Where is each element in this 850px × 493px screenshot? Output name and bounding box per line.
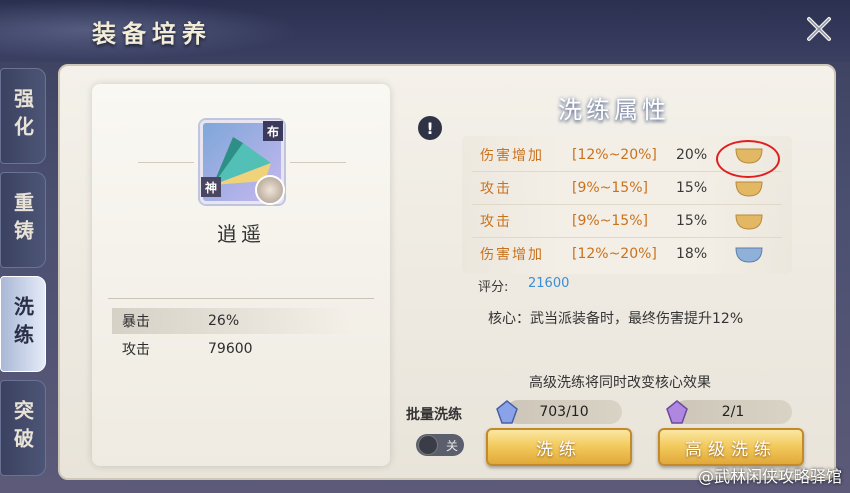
- stat-label: 暴击: [122, 314, 150, 330]
- attribute-row: 伤害增加 [12%~20%] 18%: [462, 239, 792, 269]
- advanced-wash-cost: 2/1: [674, 400, 792, 424]
- attribute-range: [9%~15%]: [572, 180, 648, 196]
- advanced-cost-value: 2/1: [721, 404, 745, 420]
- attribute-value: 20%: [676, 147, 708, 163]
- wash-stone-icon: [496, 400, 518, 424]
- equipment-icon[interactable]: 布 神: [200, 120, 285, 205]
- close-icon: [807, 17, 831, 41]
- attribute-range: [12%~20%]: [572, 147, 657, 163]
- stat-row: 攻击 79600: [112, 336, 352, 362]
- decorative-line: [290, 162, 346, 163]
- score-label: 评分:: [478, 280, 509, 295]
- tab-wash[interactable]: 洗练: [0, 276, 46, 372]
- toggle-knob: [418, 435, 438, 455]
- attribute-range: [9%~15%]: [572, 213, 648, 229]
- attribute-value: 18%: [676, 246, 708, 262]
- attribute-name: 攻击: [480, 214, 512, 230]
- attribute-value: 15%: [676, 180, 708, 196]
- batch-wash-toggle[interactable]: 关: [416, 434, 464, 456]
- advanced-stone-icon: [666, 400, 688, 424]
- wash-button[interactable]: 洗练: [486, 428, 632, 466]
- lock-icon[interactable]: [734, 211, 764, 231]
- divider: [472, 204, 782, 205]
- lock-icon[interactable]: [734, 178, 764, 198]
- attribute-name: 伤害增加: [480, 148, 544, 164]
- equipment-card: 布 神 逍遥 暴击 26% 攻击 79600: [92, 84, 390, 466]
- attribute-name: 攻击: [480, 181, 512, 197]
- divider: [108, 298, 374, 299]
- attribute-value: 15%: [676, 213, 708, 229]
- close-button[interactable]: [802, 12, 836, 46]
- stat-value: 79600: [208, 341, 253, 357]
- lock-icon[interactable]: [734, 244, 764, 264]
- title-bar: 装备培养: [0, 0, 850, 62]
- score-value: 21600: [528, 276, 570, 291]
- stat-label: 攻击: [122, 342, 150, 358]
- attribute-range: [12%~20%]: [572, 246, 657, 262]
- normal-cost-value: 703/10: [539, 404, 589, 420]
- highlight-annotation: [716, 140, 780, 178]
- tab-reforge[interactable]: 重铸: [0, 172, 46, 268]
- attribute-row: 攻击 [9%~15%] 15%: [462, 206, 792, 236]
- advanced-wash-hint: 高级洗练将同时改变核心效果: [529, 375, 711, 391]
- equipment-name: 逍遥: [217, 222, 265, 246]
- toggle-label: 关: [445, 439, 458, 453]
- page-title: 装备培养: [92, 19, 212, 48]
- stat-row: 暴击 26%: [112, 308, 352, 334]
- info-icon[interactable]: !: [418, 116, 442, 140]
- main-panel: 布 神 逍遥 暴击 26% 攻击 79600 ! 洗练属性 伤害增加 [12%~…: [58, 64, 836, 480]
- advanced-wash-button[interactable]: 高级洗练: [658, 428, 804, 466]
- divider: [472, 237, 782, 238]
- tab-breakthrough[interactable]: 突破: [0, 380, 46, 476]
- tab-strengthen[interactable]: 强化: [0, 68, 46, 164]
- core-effect-text: 核心：武当派装备时，最终伤害提升12%: [488, 311, 744, 327]
- normal-wash-cost: 703/10: [506, 400, 622, 424]
- equipment-grade-badge: 神: [201, 177, 221, 197]
- wash-title: 洗练属性: [558, 96, 670, 124]
- character-avatar: [255, 175, 285, 205]
- attribute-name: 伤害增加: [480, 247, 544, 263]
- batch-wash-label: 批量洗练: [406, 407, 462, 423]
- stat-value: 26%: [208, 313, 240, 329]
- decorative-line: [138, 162, 194, 163]
- side-tabs: 强化 重铸 洗练 突破: [0, 68, 50, 484]
- equipment-type-badge: 布: [263, 121, 283, 141]
- watermark: @武林闲侠攻略驿馆: [697, 467, 842, 486]
